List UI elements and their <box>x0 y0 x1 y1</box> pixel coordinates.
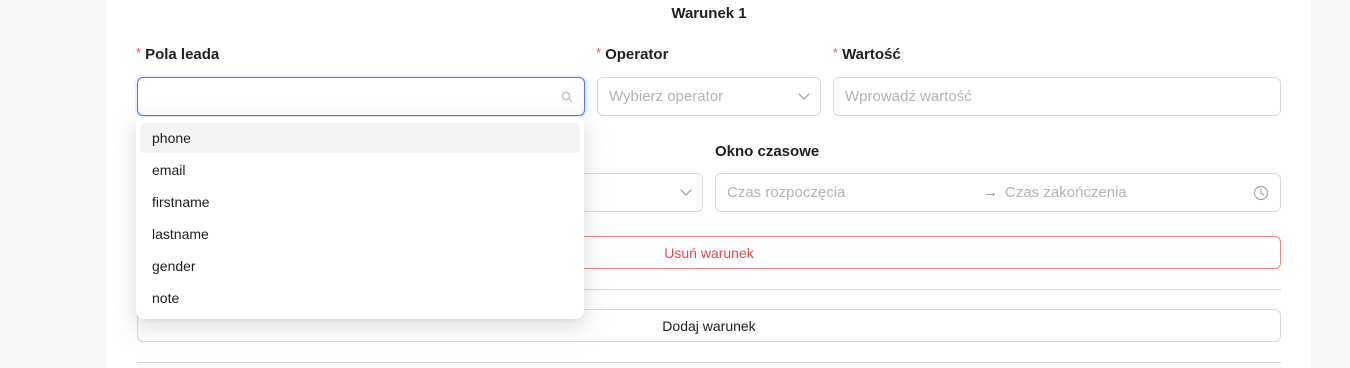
operator-select[interactable]: Wybierz operator <box>597 77 821 116</box>
end-time-input[interactable]: Czas zakończenia <box>1005 184 1127 201</box>
condition-card: Warunek 1 * Pola leada * Operator Wybierz … <box>107 0 1311 368</box>
clock-icon <box>1253 185 1269 201</box>
operator-placeholder: Wybierz operator <box>609 88 724 105</box>
value-label: * Wartość <box>833 45 901 63</box>
dropdown-option-gender[interactable]: gender <box>140 251 580 281</box>
dropdown-option-email[interactable]: email <box>140 155 580 185</box>
start-time-input[interactable]: Czas rozpoczęcia <box>727 184 845 201</box>
value-input[interactable]: Wprowadź wartość <box>833 77 1281 116</box>
chevron-down-icon <box>798 93 810 100</box>
dropdown-option-lastname[interactable]: lastname <box>140 219 580 249</box>
range-arrow-icon: → <box>983 184 998 201</box>
dropdown-option-firstname[interactable]: firstname <box>140 187 580 217</box>
dropdown-option-note[interactable]: note <box>140 283 580 313</box>
condition-title: Warunek 1 <box>671 5 747 22</box>
time-range-picker[interactable]: Czas rozpoczęcia → Czas zakończenia <box>715 173 1281 212</box>
required-mark: * <box>136 45 142 60</box>
value-placeholder: Wprowadź wartość <box>845 88 972 105</box>
lead-field-dropdown: phone email firstname lastname gender no… <box>136 117 584 319</box>
operator-label: * Operator <box>596 45 669 63</box>
search-icon <box>561 91 573 103</box>
lead-field-label: * Pola leada <box>136 45 220 63</box>
time-window-label: Okno czasowe <box>715 143 820 160</box>
dropdown-option-phone[interactable]: phone <box>140 123 580 153</box>
divider <box>137 362 1281 363</box>
chevron-down-icon <box>680 189 692 196</box>
lead-field-select[interactable] <box>137 77 585 116</box>
